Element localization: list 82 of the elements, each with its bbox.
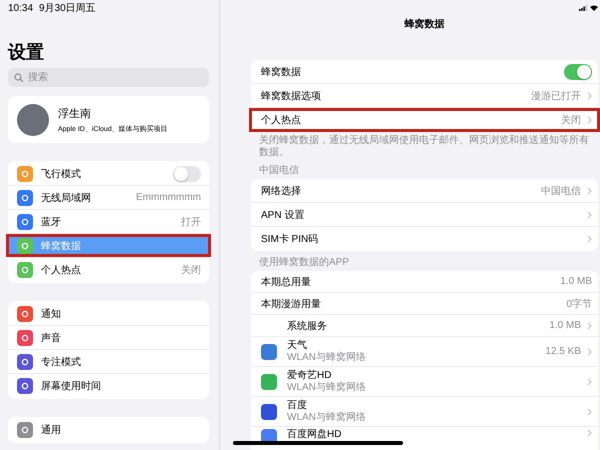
wifi-icon — [590, 5, 598, 11]
page-title: 蜂窝数据 — [404, 17, 446, 32]
item-value: 打开 — [181, 216, 201, 228]
chevron-icon — [587, 378, 592, 386]
settings-row[interactable]: 天气 WLAN与蜂窝网络 12.5 KB — [251, 337, 598, 367]
toggle-switch[interactable] — [564, 64, 592, 80]
item-label: 蓝牙 — [41, 216, 62, 228]
status-date: 9月30日周五 — [39, 2, 96, 15]
item-label: 无线局域网 — [41, 192, 92, 204]
sidebar-item[interactable]: 声音 — [8, 326, 209, 350]
chevron-icon — [587, 429, 592, 437]
status-time: 10:34 — [8, 2, 34, 14]
row-value: 漫游已打开 — [531, 90, 581, 102]
item-label: 通用 — [41, 424, 62, 437]
settings-row[interactable]: 爱奇艺HD WLAN与蜂窝网络 — [251, 367, 598, 397]
chevron-icon — [587, 235, 592, 243]
row-label: 系统服务 — [287, 320, 328, 332]
settings-row[interactable]: SIM卡 PIN码 — [251, 227, 598, 251]
row-value: 1.0 MB — [549, 320, 581, 331]
row-label: 本期漫游用量 — [261, 298, 322, 310]
sidebar-item[interactable]: 无线局域网 Emmmmmmm — [8, 186, 209, 210]
row-value: 1.0 MB — [560, 276, 592, 287]
settings-row[interactable]: 网络选择 中国电信 — [251, 179, 598, 203]
section-header: 使用蜂窝数据的APP — [258, 257, 350, 270]
avatar — [17, 104, 49, 136]
settings-title: 设置 — [8, 41, 45, 64]
settings-row[interactable]: 系统服务 1.0 MB — [251, 315, 598, 337]
row-label: 蜂窝数据选项 — [261, 90, 322, 102]
sidebar-item[interactable]: 通用 — [8, 418, 209, 442]
row-label: SIM卡 PIN码 — [261, 232, 320, 246]
row-label: 网络选择 — [261, 184, 302, 198]
row-subtitle: WLAN与蜂窝网络 — [287, 412, 367, 423]
item-value: Emmmmmmm — [136, 192, 201, 203]
chevron-icon — [587, 210, 592, 218]
item-label: 个人热点 — [41, 264, 82, 277]
item-value: 关闭 — [181, 264, 201, 277]
section-footer: 关闭蜂窝数据，通过无线局域网使用电子邮件、网页浏览和推送通知等所有数据。 — [251, 132, 598, 159]
settings-row[interactable]: 蜂窝数据选项 漫游已打开 — [251, 84, 598, 108]
settings-row[interactable]: 蜂窝数据 — [251, 60, 598, 84]
item-label: 声音 — [41, 332, 62, 344]
item-label: 屏幕使用时间 — [41, 380, 102, 393]
chevron-icon — [587, 322, 592, 330]
sidebar-item[interactable]: 飞行模式 — [8, 162, 209, 186]
profile-name: 浮生南 — [58, 106, 92, 120]
item-label: 蜂窝数据 — [41, 240, 82, 252]
search-field[interactable]: 搜索 — [8, 68, 209, 87]
sidebar-item[interactable]: 屏幕使用时间 — [8, 374, 209, 398]
row-value: 中国电信 — [541, 184, 581, 198]
row-label: 蜂窝数据 — [261, 66, 302, 78]
settings-row[interactable]: 百度 WLAN与蜂窝网络 — [251, 397, 598, 427]
chevron-icon — [587, 408, 592, 416]
sidebar-item[interactable]: 通知 — [8, 302, 209, 326]
signal-icon — [579, 5, 587, 11]
row-subtitle: WLAN与蜂窝网络 — [287, 352, 367, 363]
sidebar-item[interactable]: 专注模式 — [8, 350, 209, 374]
item-label: 飞行模式 — [41, 168, 82, 180]
row-label: 本期总用量 — [261, 276, 312, 288]
settings-row[interactable]: APN 设置 — [251, 203, 598, 227]
row-label: 百度 — [287, 400, 308, 411]
section-header: 中国电信 — [258, 165, 300, 178]
item-label: 专注模式 — [41, 356, 82, 368]
chevron-icon — [587, 116, 592, 124]
row-subtitle: WLAN与蜂窝网络 — [287, 382, 367, 393]
row-value: 0字节 — [566, 298, 592, 310]
row-label: 天气 — [287, 340, 308, 351]
settings-row[interactable]: 个人热点 关闭 — [251, 108, 598, 132]
row-label: APN 设置 — [261, 208, 306, 222]
row-label: 个人热点 — [261, 114, 302, 127]
row-label: 爱奇艺HD — [287, 370, 332, 381]
sidebar-item[interactable]: 个人热点 关闭 — [8, 258, 209, 282]
row-value: 12.5 KB — [545, 346, 581, 357]
chevron-icon — [587, 186, 592, 194]
sidebar-item[interactable]: 蓝牙 打开 — [8, 210, 209, 234]
settings-row[interactable]: 本期总用量 1.0 MB — [251, 271, 598, 293]
search-icon — [14, 73, 24, 83]
toggle-switch[interactable] — [173, 166, 201, 182]
settings-row[interactable]: 本期漫游用量 0字节 — [251, 293, 598, 315]
row-value: 关闭 — [561, 114, 581, 127]
row-label: 百度网盘HD — [287, 429, 342, 440]
chevron-icon — [587, 348, 592, 356]
chevron-icon — [587, 92, 592, 100]
item-label: 通知 — [41, 308, 62, 320]
